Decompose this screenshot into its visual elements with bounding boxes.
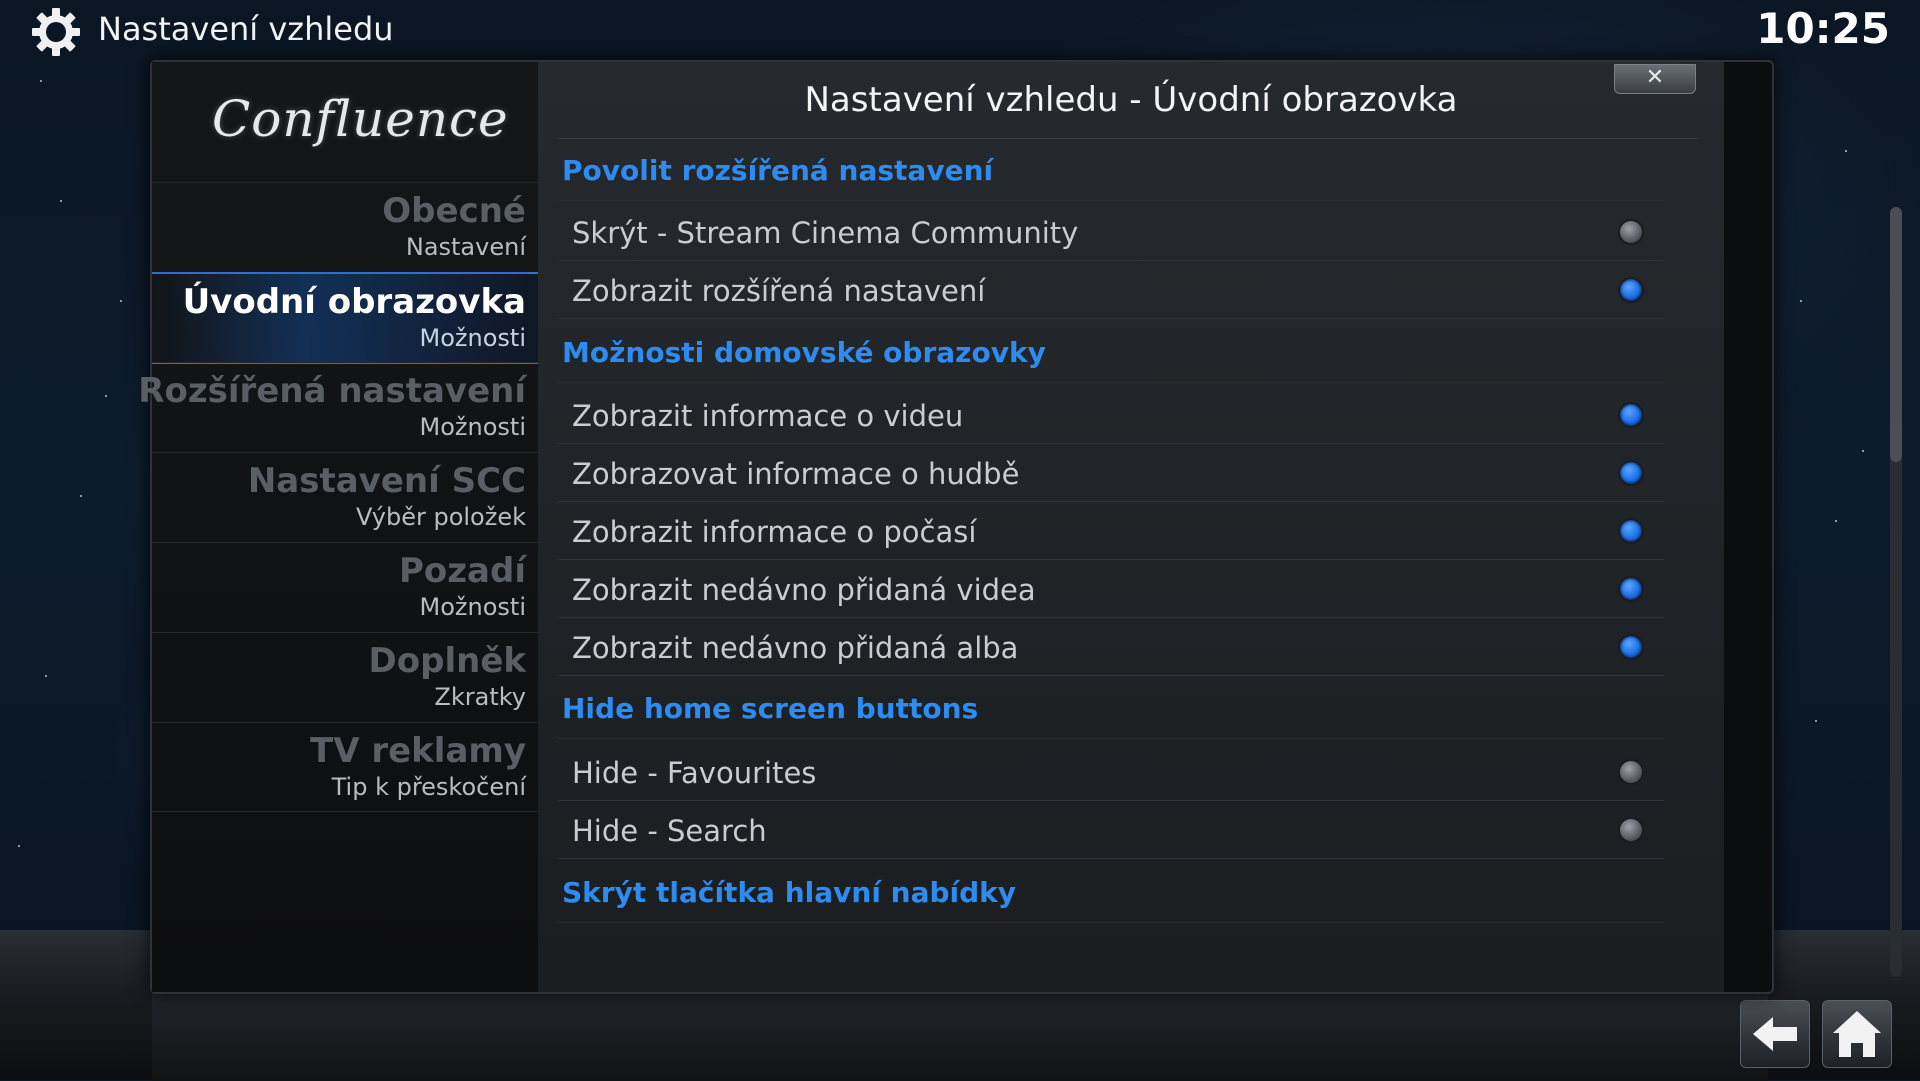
sidebar-item-tv-reklamy[interactable]: TV reklamy Tip k přeskočení [152, 722, 538, 812]
scrollbar[interactable] [1890, 207, 1902, 977]
sidebar-item-label: TV reklamy [310, 731, 526, 771]
sidebar-item-sublabel: Možnosti [419, 324, 526, 352]
section-label: Hide home screen buttons [562, 692, 979, 725]
radio-toggle[interactable] [1620, 221, 1642, 243]
sidebar-item-label: Úvodní obrazovka [182, 282, 526, 322]
sidebar-item-sublabel: Nastavení [405, 233, 526, 261]
settings-dialog: Confluence Obecné Nastavení Úvodní obraz… [138, 60, 1902, 994]
setting-row[interactable]: Skrýt - Stream Cinema Community [558, 204, 1664, 261]
section-label: Možnosti domovské obrazovky [562, 336, 1046, 369]
setting-label: Hide - Favourites [572, 756, 817, 790]
sidebar-item-label: Obecné [382, 191, 526, 231]
sidebar-item-label: Rozšířená nastavení [138, 371, 526, 411]
setting-row[interactable]: Zobrazit informace o videu [558, 387, 1664, 444]
setting-row[interactable]: Zobrazit informace o počasí [558, 503, 1664, 560]
radio-toggle[interactable] [1620, 520, 1642, 542]
radio-toggle[interactable] [1620, 578, 1642, 600]
bottom-bar [152, 990, 1768, 1081]
sidebar-item-pozadi[interactable]: Pozadí Možnosti [152, 542, 538, 631]
section-header: Možnosti domovské obrazovky [558, 326, 1664, 383]
setting-label: Zobrazovat informace o hudbě [572, 457, 1020, 491]
top-bar: Nastavení vzhledu 10:25 [0, 0, 1920, 60]
window-title: Nastavení vzhledu [98, 10, 394, 48]
setting-label: Zobrazit nedávno přidaná videa [572, 573, 1036, 607]
setting-label: Hide - Search [572, 814, 767, 848]
setting-row[interactable]: Zobrazovat informace o hudbě [558, 445, 1664, 502]
setting-label: Zobrazit rozšířená nastavení [572, 274, 986, 308]
setting-row[interactable]: Hide - Search [558, 802, 1664, 859]
section-header: Skrýt tlačítka hlavní nabídky [558, 866, 1664, 923]
sidebar-item-label: Pozadí [398, 551, 526, 591]
radio-toggle[interactable] [1620, 761, 1642, 783]
radio-toggle[interactable] [1620, 462, 1642, 484]
setting-row[interactable]: Zobrazit rozšířená nastavení [558, 262, 1664, 319]
scrollbar-thumb[interactable] [1890, 207, 1902, 462]
home-icon [1833, 1011, 1881, 1057]
close-icon: ✕ [1645, 65, 1665, 90]
sidebar-item-doplnek[interactable]: Doplněk Zkratky [152, 632, 538, 721]
sidebar-item-sublabel: Možnosti [419, 593, 526, 621]
confluence-logo: Confluence [212, 90, 509, 148]
setting-label: Skrýt - Stream Cinema Community [572, 216, 1079, 250]
dialog-title: Nastavení vzhledu - Úvodní obrazovka [804, 80, 1458, 120]
divider [558, 138, 1698, 139]
setting-row[interactable]: Hide - Favourites [558, 744, 1664, 801]
section-label: Skrýt tlačítka hlavní nabídky [562, 876, 1017, 909]
clock: 10:25 [1756, 4, 1890, 53]
setting-label: Zobrazit informace o počasí [572, 515, 977, 549]
sidebar-item-label: Nastavení SCC [247, 461, 526, 501]
radio-toggle[interactable] [1620, 636, 1642, 658]
back-button[interactable] [1740, 1000, 1810, 1068]
sidebar-item-uvodni-obrazovka[interactable]: Úvodní obrazovka Možnosti [152, 272, 538, 364]
setting-row[interactable]: Zobrazit nedávno přidaná videa [558, 561, 1664, 618]
close-button[interactable]: ✕ [1614, 64, 1696, 94]
back-arrow-icon [1753, 1017, 1797, 1051]
sidebar-item-nastaveni-scc[interactable]: Nastavení SCC Výběr položek [152, 452, 538, 541]
sidebar-item-sublabel: Výběr položek [355, 503, 526, 531]
setting-label: Zobrazit nedávno přidaná alba [572, 631, 1019, 665]
section-label: Povolit rozšířená nastavení [562, 154, 994, 187]
setting-label: Zobrazit informace o videu [572, 399, 964, 433]
sidebar-item-obecne[interactable]: Obecné Nastavení [152, 182, 538, 271]
setting-row[interactable]: Zobrazit nedávno přidaná alba [558, 619, 1664, 676]
radio-toggle[interactable] [1620, 279, 1642, 301]
radio-toggle[interactable] [1620, 404, 1642, 426]
sidebar-item-sublabel: Tip k přeskočení [331, 773, 526, 801]
sidebar-item-rozsirena-nastaveni[interactable]: Rozšířená nastavení Možnosti [138, 362, 538, 451]
section-header: Povolit rozšířená nastavení [558, 144, 1664, 201]
radio-toggle[interactable] [1620, 819, 1642, 841]
sidebar-item-sublabel: Možnosti [419, 413, 526, 441]
home-button[interactable] [1822, 1000, 1892, 1068]
section-header: Hide home screen buttons [558, 682, 1664, 739]
gear-icon [32, 8, 80, 56]
sidebar: Confluence Obecné Nastavení Úvodní obraz… [138, 62, 538, 992]
sidebar-item-label: Doplněk [368, 641, 526, 681]
sidebar-item-sublabel: Zkratky [434, 683, 526, 711]
